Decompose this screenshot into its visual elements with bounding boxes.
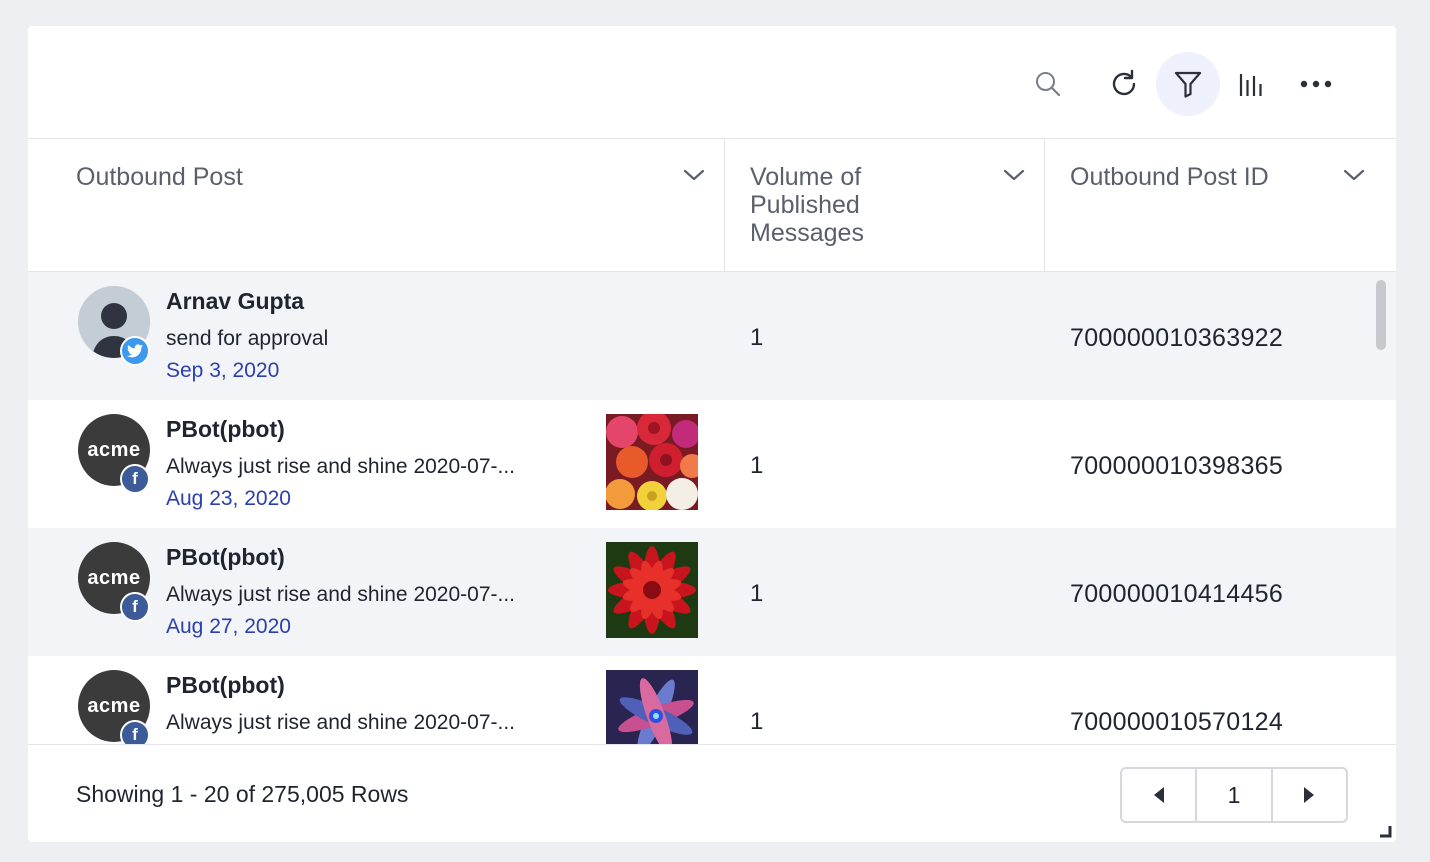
post-message: send for approval xyxy=(166,327,329,350)
facebook-icon: f xyxy=(132,597,138,616)
volume-value: 1 xyxy=(750,708,764,735)
caret-right-icon xyxy=(1304,787,1315,803)
facebook-icon: f xyxy=(132,725,138,744)
facebook-badge: f xyxy=(120,592,150,622)
roses-image xyxy=(606,414,698,510)
table-row[interactable]: acme f PBot(pbot) Always just rise and s… xyxy=(28,528,1396,656)
filter-icon xyxy=(1174,71,1202,98)
current-page[interactable]: 1 xyxy=(1195,769,1273,821)
caret-left-icon xyxy=(1153,787,1164,803)
post-id-value: 700000010414456 xyxy=(1070,580,1284,608)
search-icon xyxy=(1036,72,1061,97)
post-id-value: 700000010570124 xyxy=(1070,708,1284,736)
facebook-icon: f xyxy=(132,469,138,488)
column-header-outbound-post[interactable]: Outbound Post xyxy=(28,139,724,271)
post-author: PBot(pbot) xyxy=(166,416,285,442)
post-thumbnail[interactable] xyxy=(606,542,698,638)
table-footer: Showing 1 - 20 of 275,005 Rows 1 xyxy=(28,744,1396,842)
post-author: Arnav Gupta xyxy=(166,288,305,314)
filter-button[interactable] xyxy=(1156,52,1220,116)
columns-chart-button[interactable] xyxy=(1220,52,1284,116)
twitter-badge xyxy=(120,336,150,366)
avatar-logo-text: acme xyxy=(87,438,141,461)
facebook-badge: f xyxy=(120,720,150,744)
post-message: Always just rise and shine 2020-07-... xyxy=(166,583,516,606)
abstract-flower-image xyxy=(606,670,698,744)
next-page-button[interactable] xyxy=(1273,769,1346,821)
more-icon xyxy=(1300,80,1332,88)
table-toolbar xyxy=(28,26,1396,138)
post-id-value: 700000010363922 xyxy=(1070,324,1284,352)
pagination: 1 xyxy=(1120,767,1348,823)
avatar-logo-text: acme xyxy=(87,694,141,717)
chevron-down-icon[interactable] xyxy=(1002,167,1026,183)
refresh-icon xyxy=(1112,69,1136,96)
post-thumbnail[interactable] xyxy=(606,670,698,744)
volume-value: 1 xyxy=(750,580,764,607)
table-header: Outbound Post Volume of Published Messag… xyxy=(28,138,1396,272)
avatar-logo-text: acme xyxy=(87,566,141,589)
volume-value: 1 xyxy=(750,324,764,351)
chevron-down-icon[interactable] xyxy=(682,167,706,183)
post-thumbnail[interactable] xyxy=(606,414,698,510)
post-message: Always just rise and shine 2020-07-... xyxy=(166,455,516,478)
refresh-button[interactable] xyxy=(1092,52,1156,116)
columns-chart-icon xyxy=(1239,74,1262,96)
red-dahlia-image xyxy=(606,542,698,638)
resize-handle-icon[interactable] xyxy=(1378,824,1392,838)
post-date-link[interactable]: Aug 27, 2020 xyxy=(166,615,291,639)
table-row[interactable]: acme f PBot(pbot) Always just rise and s… xyxy=(28,400,1396,528)
post-date-link[interactable]: Sep 3, 2020 xyxy=(166,359,279,383)
column-header-post-id[interactable]: Outbound Post ID xyxy=(1045,139,1396,271)
post-id-value: 700000010398365 xyxy=(1070,452,1284,480)
rows-count-text: Showing 1 - 20 of 275,005 Rows xyxy=(76,781,409,807)
data-table-card: Outbound Post Volume of Published Messag… xyxy=(28,26,1396,842)
table-row[interactable]: acme f PBot(pbot) Always just rise and s… xyxy=(28,656,1396,744)
previous-page-button[interactable] xyxy=(1122,769,1195,821)
table-row[interactable]: Arnav Gupta send for approval Sep 3, 202… xyxy=(28,272,1396,400)
column-header-volume[interactable]: Volume of Published Messages xyxy=(725,139,1044,271)
facebook-badge: f xyxy=(120,464,150,494)
table-body: Arnav Gupta send for approval Sep 3, 202… xyxy=(28,272,1396,744)
twitter-icon xyxy=(127,344,143,358)
post-message: Always just rise and shine 2020-07-... xyxy=(166,711,516,734)
vertical-scrollbar-thumb[interactable] xyxy=(1376,280,1386,350)
post-date-link[interactable]: Aug 23, 2020 xyxy=(166,487,291,511)
column-header-label: Outbound Post ID xyxy=(1070,163,1269,191)
search-button[interactable] xyxy=(1016,52,1080,116)
column-header-label: Volume of Published Messages xyxy=(750,163,864,247)
post-author: PBot(pbot) xyxy=(166,672,285,698)
post-author: PBot(pbot) xyxy=(166,544,285,570)
column-header-label: Outbound Post xyxy=(76,163,243,191)
chevron-down-icon[interactable] xyxy=(1342,167,1366,183)
more-options-button[interactable] xyxy=(1284,52,1348,116)
volume-value: 1 xyxy=(750,452,764,479)
